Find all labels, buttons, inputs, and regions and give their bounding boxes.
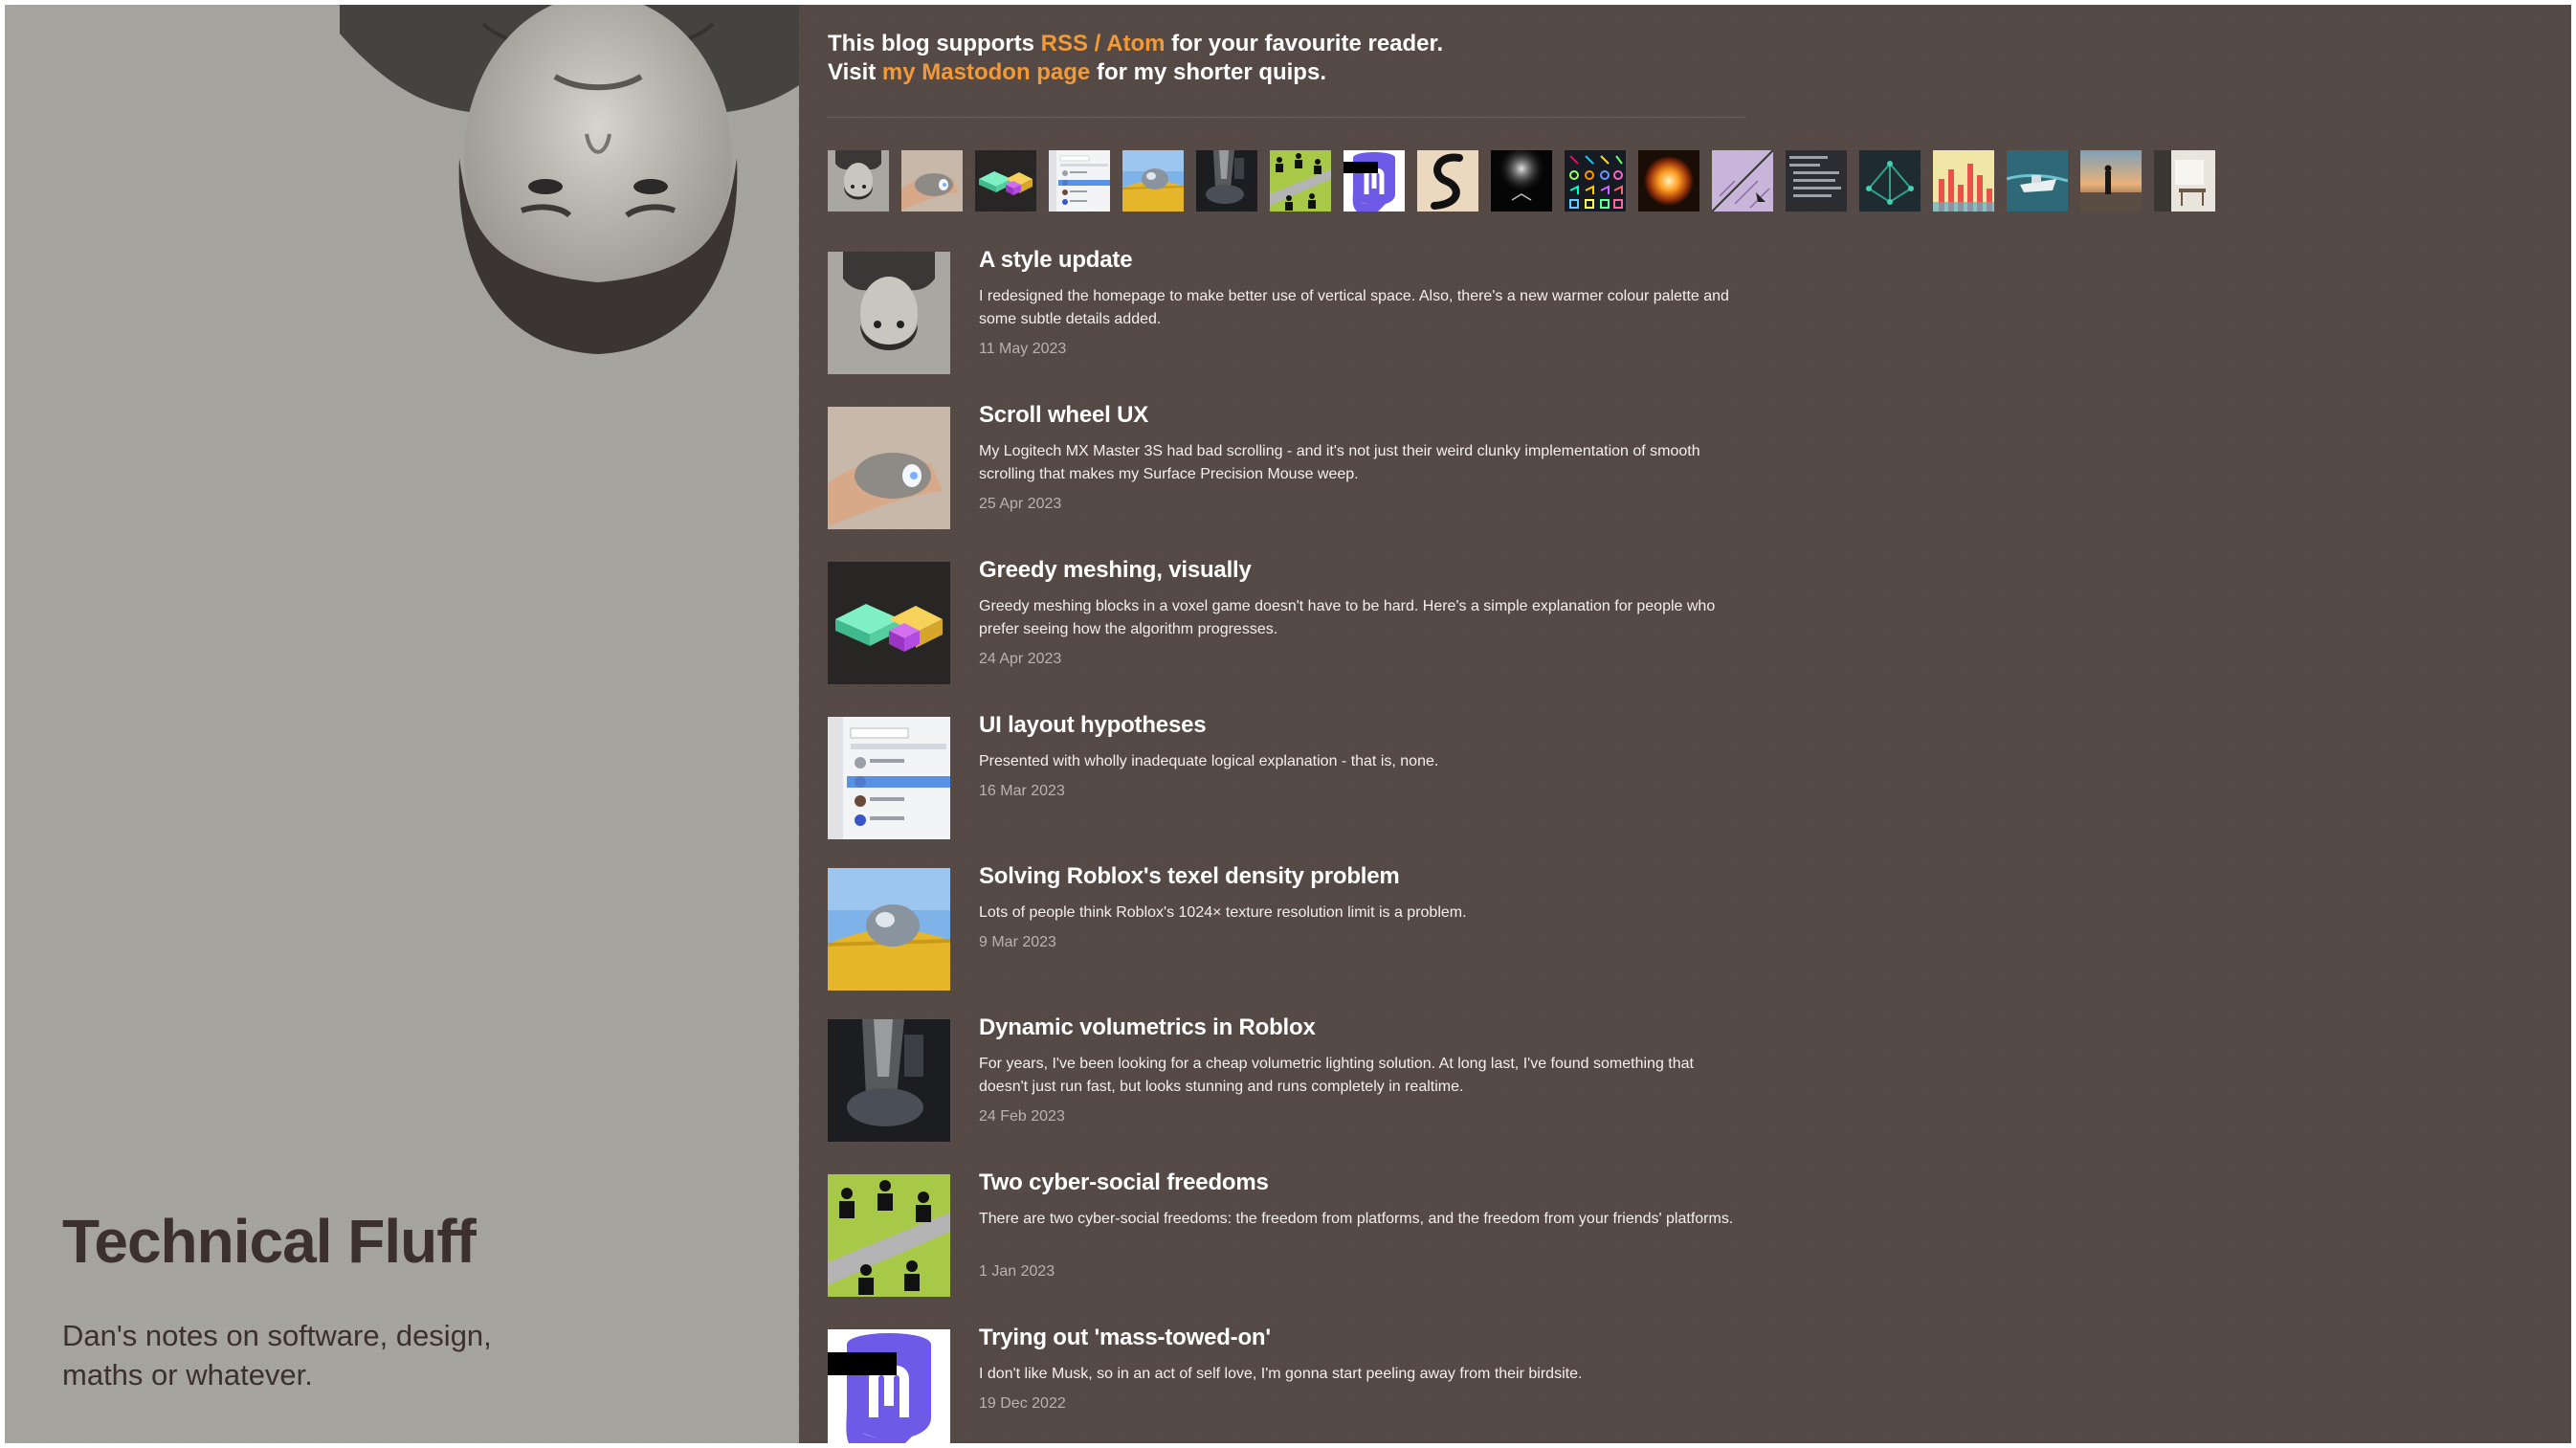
volumetrics-thumb-icon[interactable] xyxy=(828,1019,950,1142)
page-frame: Technical Fluff Dan's notes on software,… xyxy=(5,5,2571,1443)
post-date: 24 Apr 2023 xyxy=(979,651,1062,667)
post-description: Greedy meshing blocks in a voxel game do… xyxy=(979,598,1716,637)
terminal-thumb-icon[interactable] xyxy=(1786,150,1847,212)
sidebar: Technical Fluff Dan's notes on software,… xyxy=(5,5,799,1443)
voxel-thumb-icon[interactable] xyxy=(975,150,1036,212)
post-date: 9 Mar 2023 xyxy=(979,934,1056,950)
intro-line-mastodon: Visit my Mastodon page for my shorter qu… xyxy=(828,58,1443,87)
intro-mastodon-prefix: Visit xyxy=(828,59,882,85)
post-title[interactable]: A style update xyxy=(979,247,1133,274)
diagram-thumb-icon[interactable] xyxy=(1712,150,1773,212)
post-date: 19 Dec 2022 xyxy=(979,1395,1066,1412)
rss-atom-link[interactable]: RSS / Atom xyxy=(1041,31,1166,56)
intro-rss-suffix: for your favourite reader. xyxy=(1165,31,1444,56)
post-title[interactable]: Two cyber-social freedoms xyxy=(979,1170,1269,1196)
post-title[interactable]: Dynamic volumetrics in Roblox xyxy=(979,1014,1316,1041)
intro-divider xyxy=(828,117,1746,118)
mouse-thumb-icon[interactable] xyxy=(828,407,950,529)
post-description: Lots of people think Roblox's 1024× text… xyxy=(979,904,1467,921)
post-description: There are two cyber-social freedoms: the… xyxy=(979,1211,1734,1227)
graph-thumb-icon[interactable] xyxy=(1859,150,1921,212)
roblox-texel-thumb-icon[interactable] xyxy=(1122,150,1184,212)
post-title[interactable]: Scroll wheel UX xyxy=(979,402,1148,429)
post-title[interactable]: Trying out 'mass-towed-on' xyxy=(979,1325,1271,1351)
portrait-thumb-icon[interactable] xyxy=(828,252,950,374)
portrait-thumb-icon[interactable] xyxy=(828,150,889,212)
mouse-thumb-icon[interactable] xyxy=(901,150,963,212)
serpent-thumb-icon[interactable] xyxy=(1417,150,1478,212)
post-description: My Logitech MX Master 3S had bad scrolli… xyxy=(979,443,1700,482)
post-date: 1 Jan 2023 xyxy=(979,1263,1055,1280)
room-thumb-icon[interactable] xyxy=(2154,150,2215,212)
post-description: For years, I've been looking for a cheap… xyxy=(979,1056,1694,1095)
thumbnail-strip xyxy=(828,150,2215,212)
post-date: 24 Feb 2023 xyxy=(979,1108,1065,1125)
voxel-thumb-icon[interactable] xyxy=(828,562,950,684)
mastodon-thumb-icon[interactable] xyxy=(1344,150,1405,212)
freedoms-thumb-icon[interactable] xyxy=(828,1174,950,1297)
sunset-thumb-icon[interactable] xyxy=(2080,150,2142,212)
intro-rss-prefix: This blog supports xyxy=(828,31,1041,56)
boat-thumb-icon[interactable] xyxy=(2007,150,2068,212)
icon-grid-thumb-icon[interactable] xyxy=(1565,150,1626,212)
post-title[interactable]: Greedy meshing, visually xyxy=(979,557,1252,584)
intro-line-rss: This blog supports RSS / Atom for your f… xyxy=(828,30,1443,58)
portrait-photo-icon xyxy=(340,5,799,407)
volumetrics-thumb-icon[interactable] xyxy=(1196,150,1257,212)
ui-list-thumb-icon[interactable] xyxy=(828,717,950,839)
intro-text: This blog supports RSS / Atom for your f… xyxy=(828,30,1443,87)
intro-mastodon-suffix: for my shorter quips. xyxy=(1090,59,1326,85)
spotlight-thumb-icon[interactable] xyxy=(1491,150,1552,212)
post-description: I redesigned the homepage to make better… xyxy=(979,288,1729,327)
mastodon-thumb-icon[interactable] xyxy=(828,1329,950,1443)
post-title[interactable]: UI layout hypotheses xyxy=(979,712,1207,739)
site-title: Technical Fluff xyxy=(62,1207,477,1276)
explosion-thumb-icon[interactable] xyxy=(1638,150,1699,212)
main-content: This blog supports RSS / Atom for your f… xyxy=(799,5,2571,1443)
post-description: I don't like Musk, so in an act of self … xyxy=(979,1366,1583,1382)
post-date: 11 May 2023 xyxy=(979,341,1067,357)
heatmap-thumb-icon[interactable] xyxy=(1933,150,1994,212)
post-date: 25 Apr 2023 xyxy=(979,496,1062,512)
post-title[interactable]: Solving Roblox's texel density problem xyxy=(979,863,1400,890)
roblox-texel-thumb-icon[interactable] xyxy=(828,868,950,991)
ui-list-thumb-icon[interactable] xyxy=(1049,150,1110,212)
freedoms-thumb-icon[interactable] xyxy=(1270,150,1331,212)
mastodon-page-link[interactable]: my Mastodon page xyxy=(882,59,1090,85)
post-description: Presented with wholly inadequate logical… xyxy=(979,753,1439,769)
site-subtitle: Dan's notes on software, design, maths o… xyxy=(62,1319,492,1392)
post-date: 16 Mar 2023 xyxy=(979,783,1065,799)
